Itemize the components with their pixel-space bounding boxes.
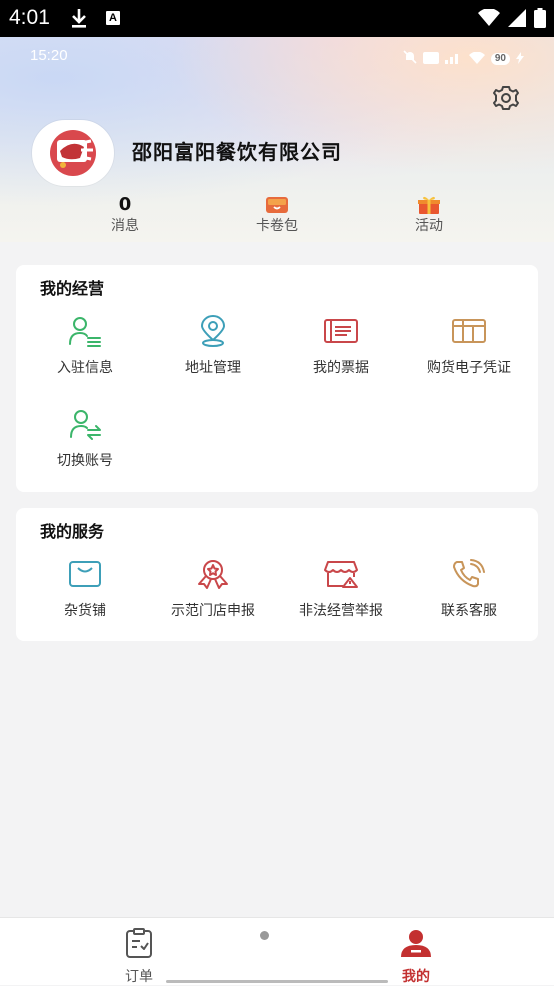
grid-item-model-store-apply[interactable]: 示范门店申报 <box>149 558 277 620</box>
grid-item-contact-service[interactable]: 联系客服 <box>405 558 533 620</box>
stat-label: 卡卷包 <box>256 218 298 234</box>
company-name: 邵阳富阳餐饮有限公司 <box>132 140 342 164</box>
inner-status-indicators: 90 <box>403 49 524 68</box>
grid-item-purchase-voucher[interactable]: 购货电子凭证 <box>405 315 533 377</box>
inner-status-time: 15:20 <box>30 47 68 64</box>
receipt-icon <box>277 315 405 347</box>
grid-item-settlement-info[interactable]: 入驻信息 <box>21 315 149 377</box>
page-indicator-dot <box>260 931 269 940</box>
wifi-icon <box>478 8 500 31</box>
clipboard-icon <box>99 928 179 962</box>
charging-icon <box>516 49 524 68</box>
section-title: 我的经营 <box>40 279 105 298</box>
mute-icon <box>403 49 417 68</box>
grid-item-label: 杂货铺 <box>64 603 106 619</box>
stat-label: 消息 <box>111 218 139 234</box>
system-time: 4:01 <box>9 6 50 29</box>
switch-account-icon <box>21 408 149 440</box>
system-status-bar: 4:01 A <box>0 0 554 37</box>
grid-item-label: 联系客服 <box>441 603 497 619</box>
stat-activities[interactable]: 活动 <box>379 195 479 235</box>
profile-header: 15:20 90 邵阳富阳餐饮有限公司 0 消息 卡卷包 活动 <box>0 37 554 242</box>
home-indicator[interactable] <box>166 980 388 983</box>
shopping-bag-icon <box>21 558 149 590</box>
battery-icon <box>534 8 546 32</box>
tab-mine[interactable]: 我的 <box>376 928 456 986</box>
settings-gear-icon[interactable] <box>490 82 522 114</box>
grid-item-label: 示范门店申报 <box>171 603 255 619</box>
grid-item-label: 购货电子凭证 <box>427 360 511 376</box>
my-services-card: 我的服务 杂货铺 示范门店申报 非法经营举报 联系客服 <box>16 508 538 641</box>
my-business-card: 我的经营 入驻信息 地址管理 我的票据 购货电子凭证 切换账号 <box>16 265 538 492</box>
store-warning-icon <box>277 558 405 590</box>
system-indicators <box>478 8 546 32</box>
avatar[interactable] <box>32 120 114 186</box>
message-count: 0 <box>118 194 132 215</box>
grid-item-switch-account[interactable]: 切换账号 <box>21 408 149 470</box>
tab-label: 我的 <box>402 969 430 985</box>
stat-label: 活动 <box>415 218 443 234</box>
section-title: 我的服务 <box>40 522 105 541</box>
grid-item-label: 我的票据 <box>313 360 369 376</box>
award-ribbon-icon <box>149 558 277 590</box>
location-pin-icon <box>149 315 277 347</box>
card-wallet-icon <box>227 195 327 215</box>
gift-icon <box>379 195 479 215</box>
stat-messages[interactable]: 0 消息 <box>75 195 175 235</box>
bottom-tab-bar: 订单 我的 <box>0 917 554 985</box>
phone-icon <box>405 558 533 590</box>
battery-level: 90 <box>490 52 510 65</box>
grid-item-label: 地址管理 <box>185 360 241 376</box>
grid-item-grocery-shop[interactable]: 杂货铺 <box>21 558 149 620</box>
tab-orders[interactable]: 订单 <box>99 928 179 986</box>
grid-item-label: 切换账号 <box>57 453 113 469</box>
hd-icon <box>422 49 439 68</box>
grid-item-label: 非法经营举报 <box>299 603 383 619</box>
grid-item-illegal-business-report[interactable]: 非法经营举报 <box>277 558 405 620</box>
cellular-signal-icon <box>508 9 526 31</box>
grid-item-label: 入驻信息 <box>57 360 113 376</box>
wifi-small-icon <box>468 49 485 68</box>
person-icon <box>376 928 456 962</box>
download-icon <box>70 8 88 32</box>
user-list-icon <box>21 315 149 347</box>
signal-5g-icon <box>444 49 463 68</box>
grid-item-my-receipts[interactable]: 我的票据 <box>277 315 405 377</box>
voucher-box-icon <box>405 315 533 347</box>
grid-item-address-management[interactable]: 地址管理 <box>149 315 277 377</box>
tab-label: 订单 <box>125 969 153 985</box>
stat-card-wallet[interactable]: 卡卷包 <box>227 195 327 235</box>
app-notification-badge: A <box>106 11 120 25</box>
